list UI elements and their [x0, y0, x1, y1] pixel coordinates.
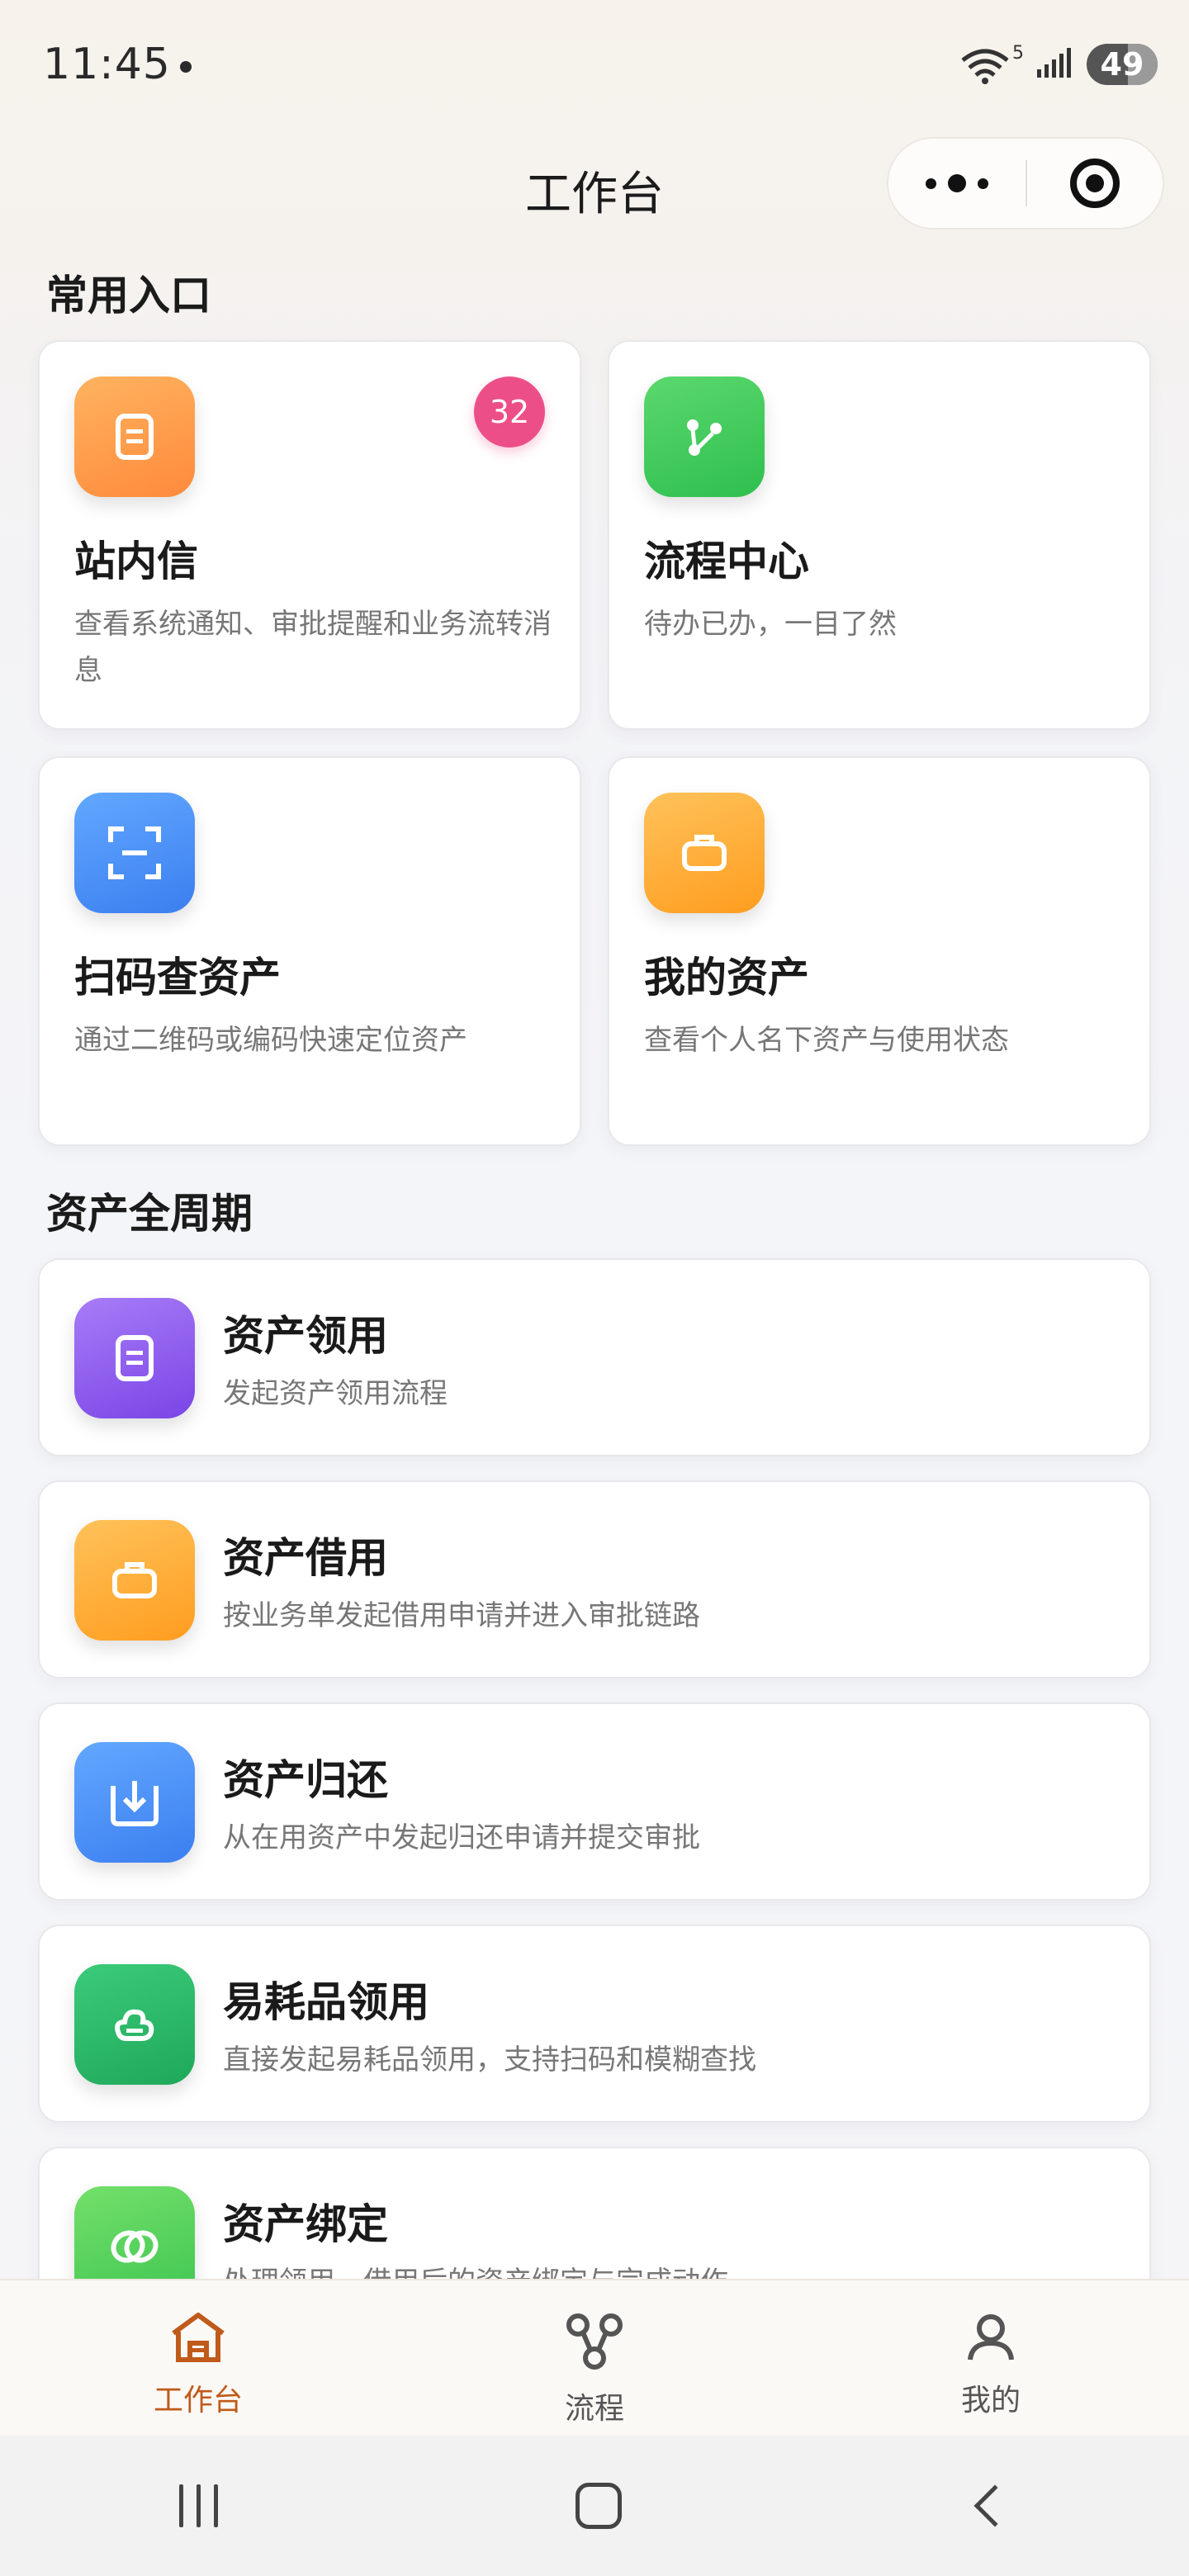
document-icon — [74, 1298, 195, 1418]
tab-process[interactable]: 流程 — [396, 2280, 793, 2436]
close-mini-program-button[interactable] — [1027, 159, 1163, 208]
status-bar: 11:45 5 49 — [0, 0, 1189, 132]
system-navigation-bar — [0, 2436, 1189, 2576]
tab-label: 工作台 — [153, 2384, 243, 2417]
unread-badge: 32 — [474, 376, 545, 447]
return-icon — [74, 1742, 195, 1863]
more-menu-button[interactable] — [888, 139, 1026, 228]
notification-dot-icon — [180, 61, 192, 73]
list-item-description: 直接发起易耗品领用，支持扫码和模糊查找 — [223, 2043, 756, 2076]
wifi-label: 5 — [1012, 43, 1024, 64]
briefcase-icon — [644, 793, 765, 913]
battery-indicator: 49 — [1087, 43, 1158, 85]
user-icon — [968, 2314, 1014, 2361]
list-item-title: 资产绑定 — [223, 2200, 388, 2248]
list-item-description: 发起资产领用流程 — [223, 1377, 448, 1410]
tab-label: 流程 — [564, 2392, 624, 2426]
section-title-lifecycle: 资产全周期 — [46, 1190, 253, 1238]
list-item-asset-borrow[interactable]: 资产借用 按业务单发起借用申请并进入审批链路 — [38, 1480, 1151, 1679]
home-button[interactable] — [576, 2483, 623, 2529]
quick-card-process-center[interactable]: 流程中心 待办已办，一目了然 — [608, 340, 1151, 730]
home-icon — [172, 2313, 225, 2362]
tab-workbench[interactable]: 工作台 — [0, 2280, 396, 2436]
section-title-quick: 常用入口 — [46, 272, 211, 320]
briefcase-icon — [74, 1520, 195, 1641]
list-item-title: 资产领用 — [223, 1312, 388, 1360]
list-item-title: 资产归还 — [223, 1756, 388, 1804]
more-dot-icon — [948, 174, 966, 192]
cell-signal-icon — [1035, 46, 1075, 83]
card-title: 扫码查资产 — [74, 954, 281, 1002]
more-dot-icon — [926, 178, 936, 189]
quick-card-messages[interactable]: 32 站内信 查看系统通知、审批提醒和业务流转消息 — [38, 340, 581, 730]
card-title: 站内信 — [74, 537, 198, 585]
card-title: 流程中心 — [644, 537, 809, 585]
scan-icon — [74, 793, 195, 913]
list-item-asset-requisition[interactable]: 资产领用 发起资产领用流程 — [38, 1258, 1151, 1456]
list-item-consumable-requisition[interactable]: 易耗品领用 直接发起易耗品领用，支持扫码和模糊查找 — [38, 1925, 1151, 2123]
status-time: 11:45 — [43, 40, 171, 89]
list-item-title: 资产借用 — [223, 1534, 388, 1582]
list-item-asset-return[interactable]: 资产归还 从在用资产中发起归还申请并提交审批 — [38, 1702, 1151, 1901]
quick-card-scan-asset[interactable]: 扫码查资产 通过二维码或编码快速定位资产 — [38, 756, 581, 1146]
document-icon — [74, 376, 195, 497]
back-button[interactable] — [973, 2484, 1016, 2527]
battery-level: 49 — [1100, 45, 1144, 83]
flow-icon — [644, 376, 765, 497]
card-description: 待办已办，一目了然 — [644, 608, 897, 641]
card-description: 查看系统通知、审批提醒和业务流转消息 — [74, 608, 552, 687]
bottom-tab-bar: 工作台 流程 我的 — [0, 2279, 1189, 2436]
quick-card-my-assets[interactable]: 我的资产 查看个人名下资产与使用状态 — [608, 756, 1151, 1146]
mini-program-capsule — [887, 137, 1164, 230]
tab-mine[interactable]: 我的 — [793, 2280, 1189, 2436]
recent-apps-button[interactable] — [178, 2484, 218, 2527]
list-item-description: 按业务单发起借用申请并进入审批链路 — [223, 1599, 700, 1632]
card-description: 查看个人名下资产与使用状态 — [644, 1024, 1009, 1057]
consumable-icon — [74, 1964, 195, 2085]
status-icons: 5 49 — [959, 43, 1158, 85]
tab-label: 我的 — [960, 2384, 1021, 2417]
process-icon — [566, 2313, 623, 2370]
list-item-title: 易耗品领用 — [223, 1978, 429, 2026]
wifi-icon: 5 — [959, 43, 1024, 85]
card-title: 我的资产 — [644, 954, 809, 1002]
card-description: 通过二维码或编码快速定位资产 — [74, 1024, 467, 1057]
target-icon — [1070, 159, 1120, 208]
list-item-description: 从在用资产中发起归还申请并提交审批 — [223, 1821, 700, 1854]
more-dot-icon — [978, 178, 988, 189]
